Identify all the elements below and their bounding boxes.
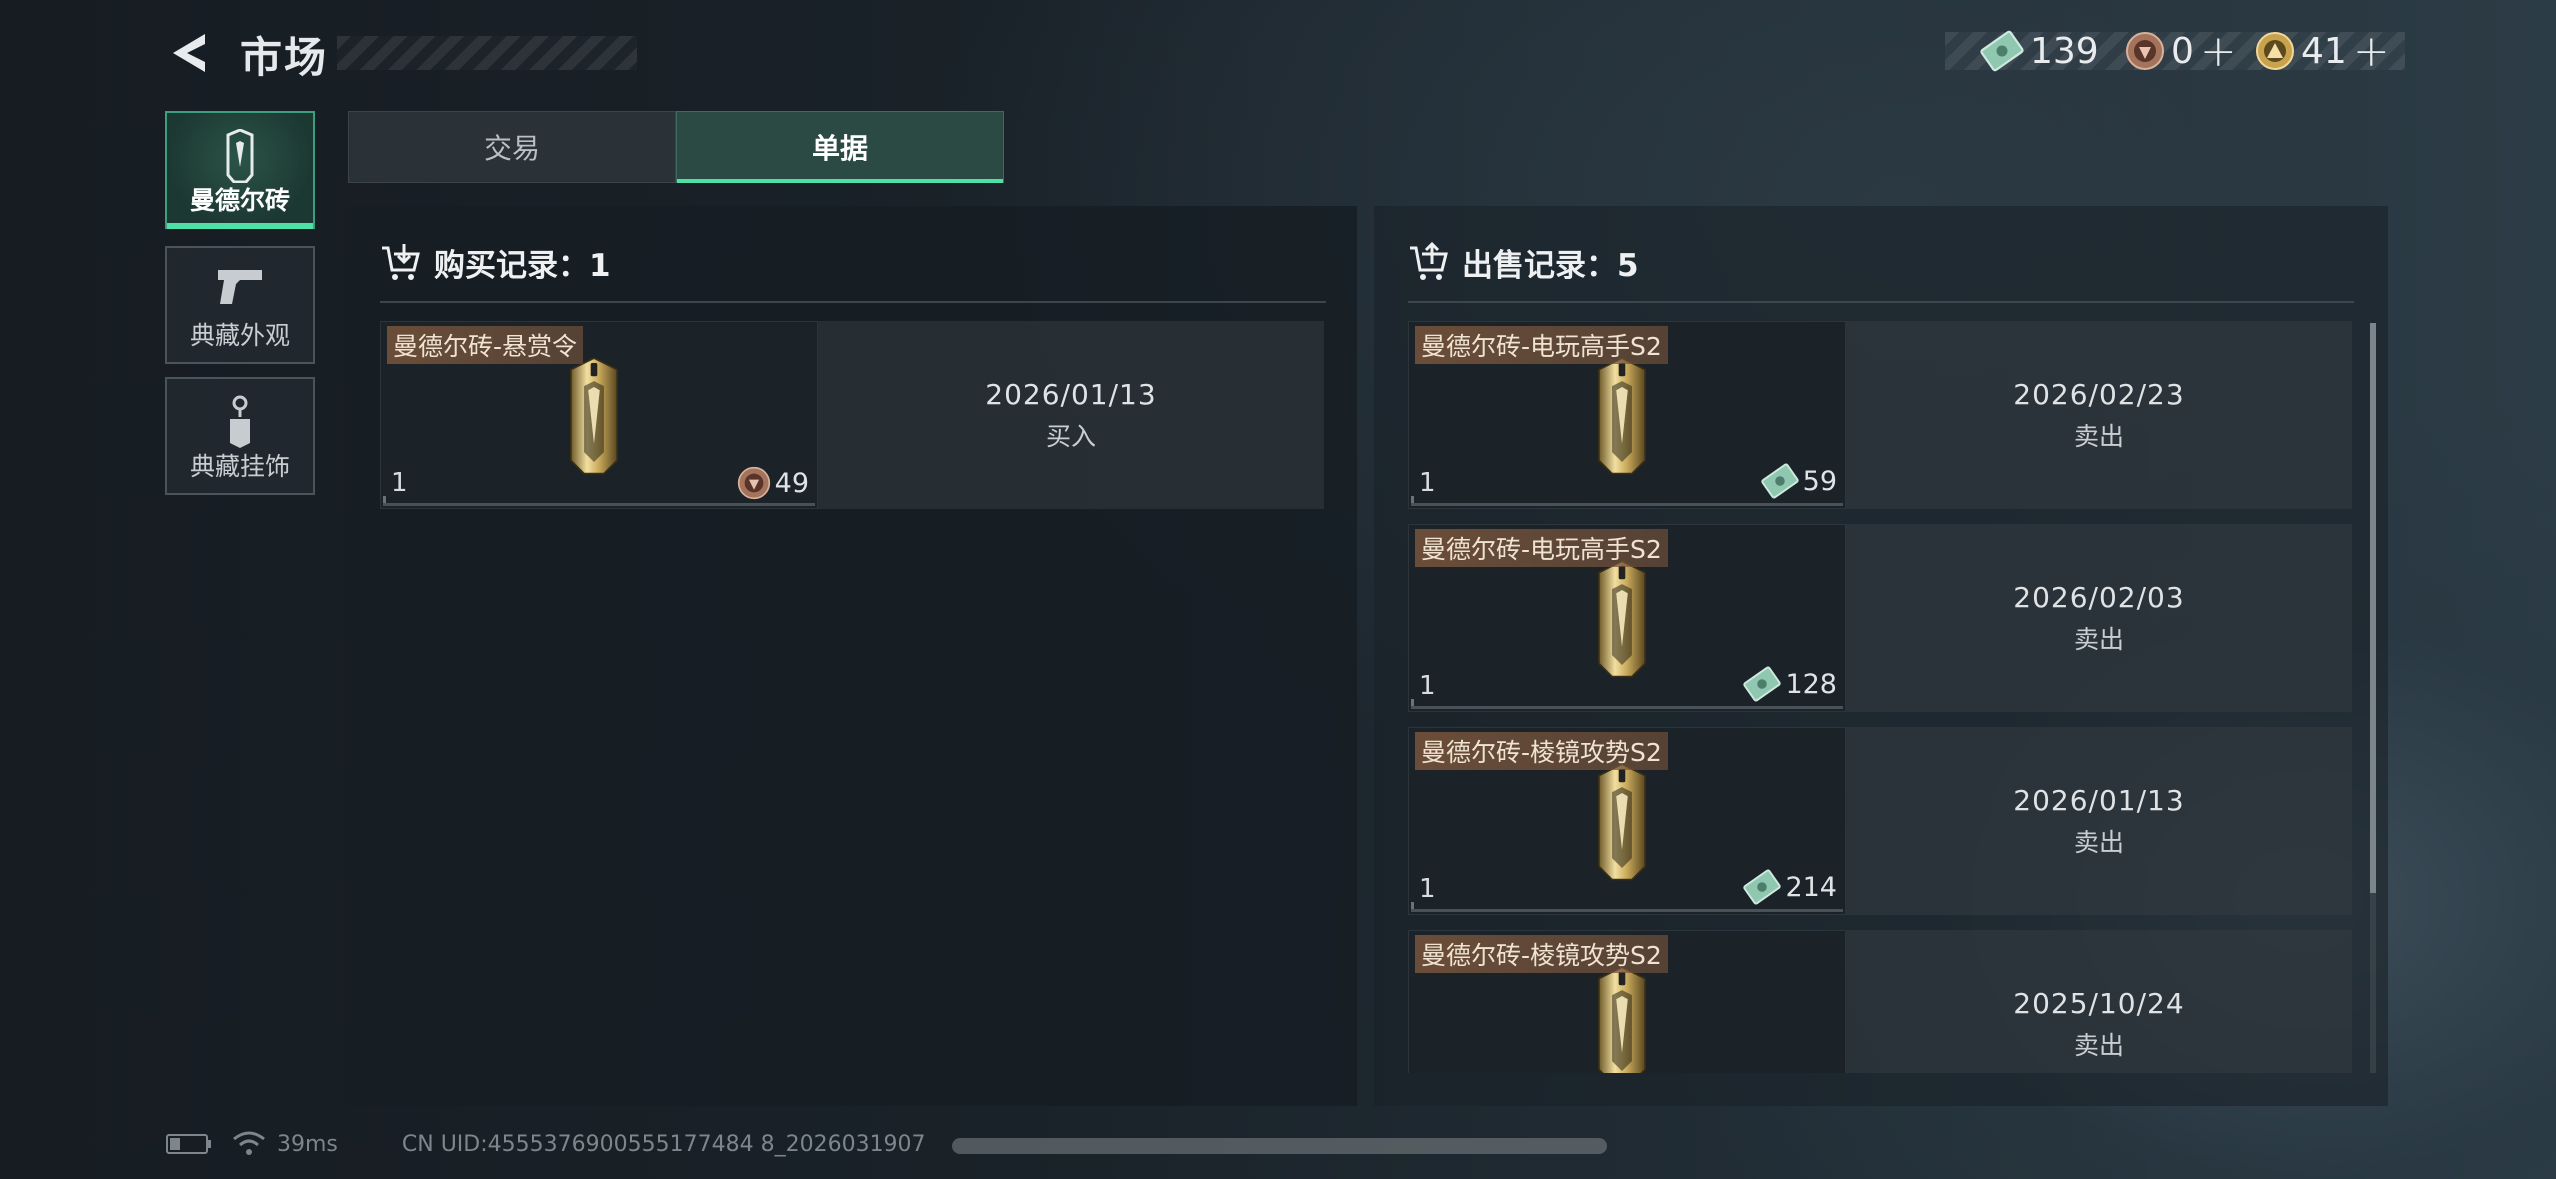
item-quantity: 1 xyxy=(1419,671,1436,701)
record-action: 卖出 xyxy=(2073,421,2124,451)
status-bar: 39ms CN UID:4555376900555177484 8_202603… xyxy=(165,1128,926,1160)
price-value: 128 xyxy=(1785,668,1837,700)
item-name: 曼德尔砖-电玩高手S2 xyxy=(1415,326,1668,364)
mandel-brick-icon xyxy=(226,129,254,183)
record-action: 卖出 xyxy=(2073,624,2124,654)
cart-upload-icon xyxy=(1410,242,1448,280)
sidebar-item-collection-skins[interactable]: 典藏外观 xyxy=(165,246,315,364)
price-value: 59 xyxy=(1802,465,1837,497)
record-date: 2026/01/13 xyxy=(985,377,1157,411)
currency-bronze[interactable]: 0 + xyxy=(2125,26,2237,77)
cash-note-icon xyxy=(1743,665,1781,703)
title-decoration xyxy=(337,36,637,70)
currency-value: 0 xyxy=(2171,30,2194,72)
gold-coin-icon xyxy=(2255,31,2295,71)
record-date: 2025/10/24 xyxy=(2013,986,2185,1020)
item-name: 曼德尔砖-悬赏令 xyxy=(387,326,584,364)
currency-cash: 139 xyxy=(1980,28,2099,74)
item-card[interactable]: 曼德尔砖-悬赏令 1 49 xyxy=(380,321,818,509)
add-icon[interactable]: + xyxy=(2353,26,2390,77)
wifi-icon xyxy=(233,1131,265,1155)
page-title: 市场 xyxy=(240,33,329,82)
currency-value: 41 xyxy=(2301,30,2347,72)
record-info: 2026/02/03 卖出 xyxy=(1846,524,2352,712)
add-icon[interactable]: + xyxy=(2200,26,2237,77)
record-action: 卖出 xyxy=(2073,827,2124,857)
sidebar-item-collection-charms[interactable]: 典藏挂饰 xyxy=(165,377,315,495)
purchase-heading: 购买记录：1 xyxy=(380,240,611,284)
sales-record-row[interactable]: 曼德尔砖-棱镜攻势S2 2025/10/24 卖出 xyxy=(1408,930,2354,1073)
cash-note-icon xyxy=(1980,29,2024,73)
sidebar-item-mandel-brick[interactable]: 曼德尔砖 xyxy=(165,111,315,229)
sales-record-row[interactable]: 曼德尔砖-棱镜攻势S2 1 214 2026/01/13 卖出 xyxy=(1408,727,2354,915)
item-card[interactable]: 曼德尔砖-棱镜攻势S2 1 214 xyxy=(1408,727,1846,915)
sales-list[interactable]: 曼德尔砖-电玩高手S2 1 59 2026/02/23 卖出 曼德尔砖-电玩高手… xyxy=(1408,321,2356,1073)
record-date: 2026/02/23 xyxy=(2013,377,2185,411)
sidebar-item-label: 典藏挂饰 xyxy=(189,452,290,481)
record-date: 2026/01/13 xyxy=(2013,783,2185,817)
record-action: 卖出 xyxy=(2073,1030,2124,1060)
divider xyxy=(1408,301,2354,303)
record-date: 2026/02/03 xyxy=(2013,580,2185,614)
cart-download-icon xyxy=(382,244,420,280)
record-info: 2026/01/13 买入 xyxy=(818,321,1324,509)
price-value: 214 xyxy=(1785,871,1837,903)
item-card[interactable]: 曼德尔砖-棱镜攻势S2 xyxy=(1408,930,1846,1073)
back-arrow-icon xyxy=(173,34,205,72)
sales-record-row[interactable]: 曼德尔砖-电玩高手S2 1 128 2026/02/03 卖出 xyxy=(1408,524,2354,712)
pistol-icon xyxy=(218,270,262,304)
currency-gold[interactable]: 41 + xyxy=(2255,26,2390,77)
record-action: 买入 xyxy=(1045,421,1096,451)
sidebar-item-label: 典藏外观 xyxy=(189,321,290,350)
item-price: 128 xyxy=(1743,665,1837,703)
ping-value: 39ms xyxy=(277,1131,338,1157)
home-indicator[interactable] xyxy=(952,1138,1607,1154)
battery-icon xyxy=(166,1134,211,1154)
sales-record-row[interactable]: 曼德尔砖-电玩高手S2 1 59 2026/02/23 卖出 xyxy=(1408,321,2354,509)
price-value: 49 xyxy=(774,467,809,499)
sidebar-item-label: 曼德尔砖 xyxy=(189,186,290,215)
sales-heading-text: 出售记录：5 xyxy=(1462,247,1639,284)
sales-heading: 出售记录：5 xyxy=(1408,240,1639,284)
record-info: 2025/10/24 卖出 xyxy=(1846,930,2352,1073)
uid-text: CN UID:4555376900555177484 8_2026031907 xyxy=(401,1131,926,1157)
cash-note-icon xyxy=(1743,868,1781,906)
record-info: 2026/02/23 卖出 xyxy=(1846,321,2352,509)
record-info: 2026/01/13 卖出 xyxy=(1846,727,2352,915)
item-price: 214 xyxy=(1743,868,1837,906)
scrollbar-thumb[interactable] xyxy=(2370,323,2376,893)
bronze-coin-icon xyxy=(737,466,771,500)
tab-trade[interactable]: 交易 xyxy=(348,111,676,183)
item-quantity: 1 xyxy=(1419,874,1436,904)
item-quantity: 1 xyxy=(1419,468,1436,498)
item-price: 59 xyxy=(1761,462,1837,500)
purchase-record-row[interactable]: 曼德尔砖-悬赏令 1 49 2026/01/13 买入 xyxy=(380,321,1324,509)
item-card[interactable]: 曼德尔砖-电玩高手S2 1 128 xyxy=(1408,524,1846,712)
item-name: 曼德尔砖-棱镜攻势S2 xyxy=(1415,935,1668,973)
item-card[interactable]: 曼德尔砖-电玩高手S2 1 59 xyxy=(1408,321,1846,509)
bronze-coin-icon xyxy=(2125,31,2165,71)
item-quantity: 1 xyxy=(391,468,408,498)
keychain-icon xyxy=(230,395,250,448)
purchase-heading-text: 购买记录：1 xyxy=(434,247,611,284)
currency-value: 139 xyxy=(2030,30,2099,72)
back-button[interactable] xyxy=(165,28,215,78)
item-price: 49 xyxy=(737,466,809,500)
tab-records[interactable]: 单据 xyxy=(676,111,1004,183)
item-name: 曼德尔砖-棱镜攻势S2 xyxy=(1415,732,1668,770)
divider xyxy=(380,301,1326,303)
item-name: 曼德尔砖-电玩高手S2 xyxy=(1415,529,1668,567)
cash-note-icon xyxy=(1761,462,1799,500)
